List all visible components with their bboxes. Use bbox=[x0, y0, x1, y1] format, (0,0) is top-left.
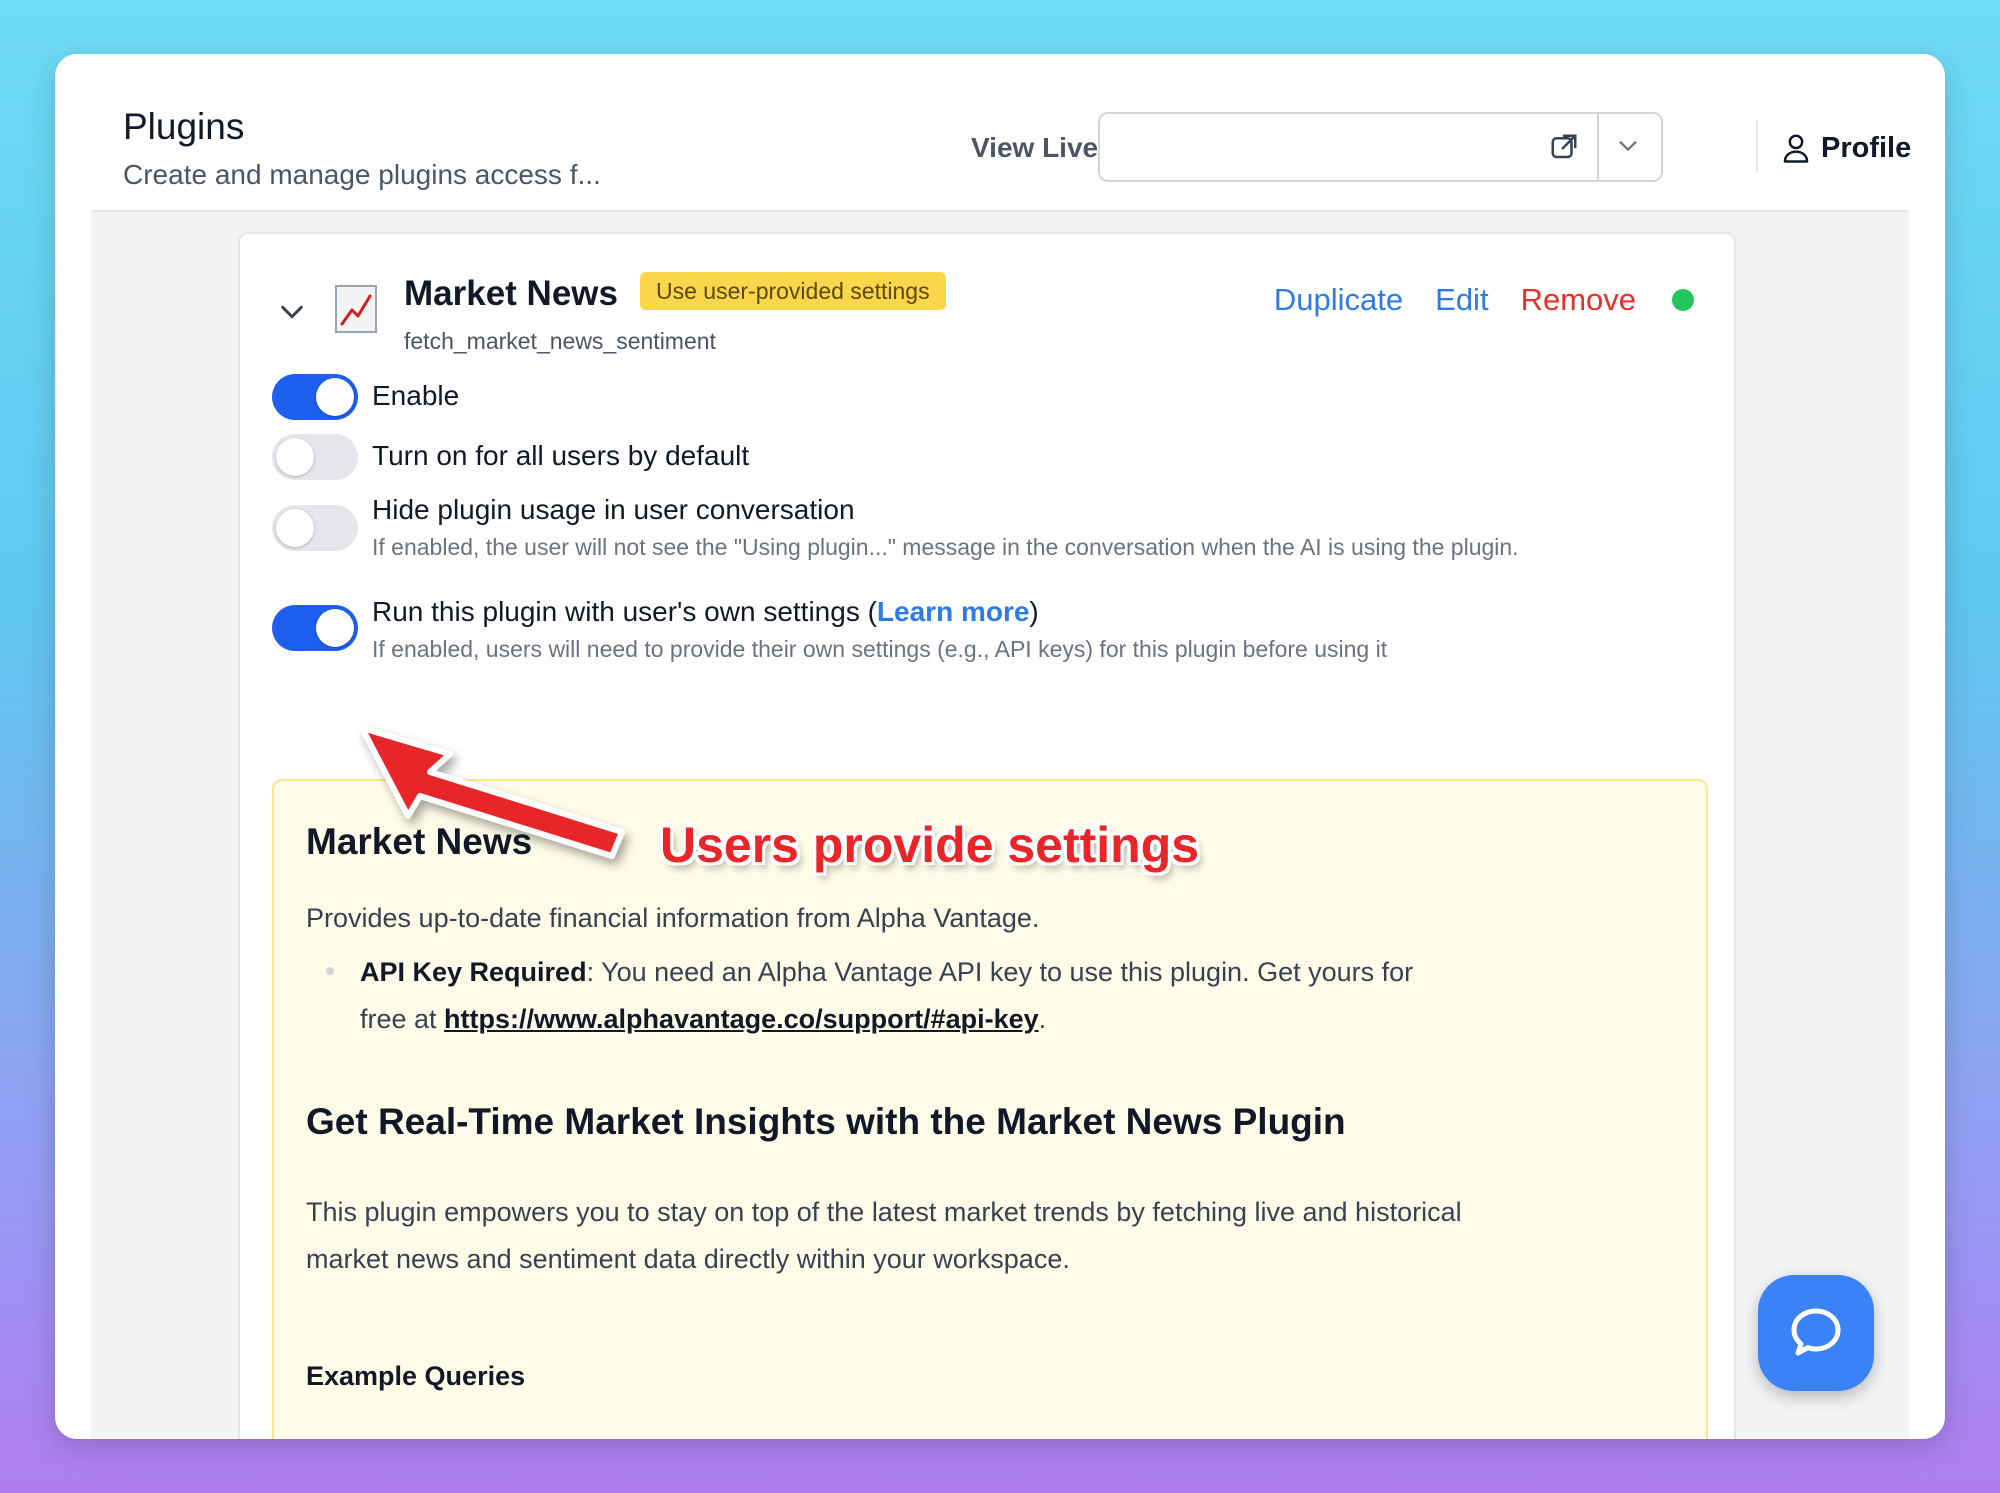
api-key-end: . bbox=[1038, 1004, 1047, 1034]
user-settings-label: Run this plugin with user's own settings… bbox=[372, 596, 1039, 628]
header-divider bbox=[1756, 120, 1758, 172]
chevron-down-icon bbox=[1619, 141, 1637, 152]
chart-up-icon bbox=[335, 285, 377, 333]
chat-button[interactable] bbox=[1758, 1275, 1874, 1391]
user-settings-badge: Use user-provided settings bbox=[640, 272, 946, 310]
readme-subheading: Get Real-Time Market Insights with the M… bbox=[306, 1101, 1346, 1142]
readme-heading: Market News bbox=[306, 821, 533, 862]
page-subtitle: Create and manage plugins access f... bbox=[123, 159, 601, 190]
hide-usage-toggle[interactable] bbox=[272, 505, 358, 551]
api-key-link[interactable]: https://www.alphavantage.co/support/#api… bbox=[444, 1004, 1039, 1034]
page-title: Plugins bbox=[123, 106, 245, 147]
view-live-selector bbox=[1098, 112, 1663, 182]
user-icon bbox=[1783, 134, 1809, 163]
toggle-knob bbox=[316, 609, 354, 647]
chat-bubble-icon bbox=[1791, 1308, 1841, 1356]
profile-label: Profile bbox=[1821, 131, 1912, 164]
user-settings-toggle[interactable] bbox=[272, 605, 358, 651]
duplicate-button[interactable]: Duplicate bbox=[1274, 282, 1403, 318]
hide-usage-description: If enabled, the user will not see the "U… bbox=[372, 534, 1519, 560]
plugin-name: Market News bbox=[404, 274, 618, 313]
app-window: Plugins Create and manage plugins access… bbox=[55, 54, 1945, 1439]
toggle-knob bbox=[316, 378, 354, 416]
api-key-label: API Key Required bbox=[360, 957, 587, 987]
external-link-icon[interactable] bbox=[1549, 132, 1579, 162]
readme-section-title: Example Queries bbox=[306, 1361, 526, 1391]
user-settings-label-text: Run this plugin with user's own settings… bbox=[372, 596, 877, 627]
view-live-dropdown-button[interactable] bbox=[1597, 114, 1661, 180]
page-header: Plugins Create and manage plugins access… bbox=[91, 54, 1911, 212]
edit-button[interactable]: Edit bbox=[1435, 282, 1488, 318]
readme-list-item: API Key Required: You need an Alpha Vant… bbox=[360, 949, 1420, 1043]
view-live-label: View Live: bbox=[971, 132, 1108, 163]
enable-label: Enable bbox=[372, 380, 460, 411]
plugin-function-name: fetch_market_news_sentiment bbox=[404, 328, 716, 354]
plugin-readme: Market News Provides up-to-date financia… bbox=[272, 779, 1708, 1439]
readme-paragraph: This plugin empowers you to stay on top … bbox=[306, 1197, 1462, 1274]
plugin-actions: Duplicate Edit Remove bbox=[1274, 282, 1694, 318]
enable-toggle[interactable] bbox=[272, 374, 358, 420]
default-on-toggle[interactable] bbox=[272, 434, 358, 480]
learn-more-link[interactable]: Learn more bbox=[877, 596, 1030, 627]
chevron-down-icon[interactable] bbox=[278, 298, 306, 326]
view-live-input[interactable] bbox=[1100, 114, 1599, 180]
user-settings-label-end: ) bbox=[1029, 596, 1039, 627]
remove-button[interactable]: Remove bbox=[1521, 282, 1636, 318]
hide-usage-label: Hide plugin usage in user conversation bbox=[372, 494, 855, 525]
profile-button[interactable]: Profile bbox=[1781, 128, 1911, 168]
bullet-dot bbox=[326, 967, 334, 975]
readme-intro: Provides up-to-date financial informatio… bbox=[306, 903, 1040, 933]
default-on-label: Turn on for all users by default bbox=[372, 440, 750, 471]
user-settings-description: If enabled, users will need to provide t… bbox=[372, 636, 1388, 662]
status-indicator bbox=[1672, 289, 1694, 311]
toggle-knob bbox=[276, 509, 314, 547]
toggle-knob bbox=[276, 438, 314, 476]
annotation-label: Users provide settings bbox=[660, 817, 1200, 873]
